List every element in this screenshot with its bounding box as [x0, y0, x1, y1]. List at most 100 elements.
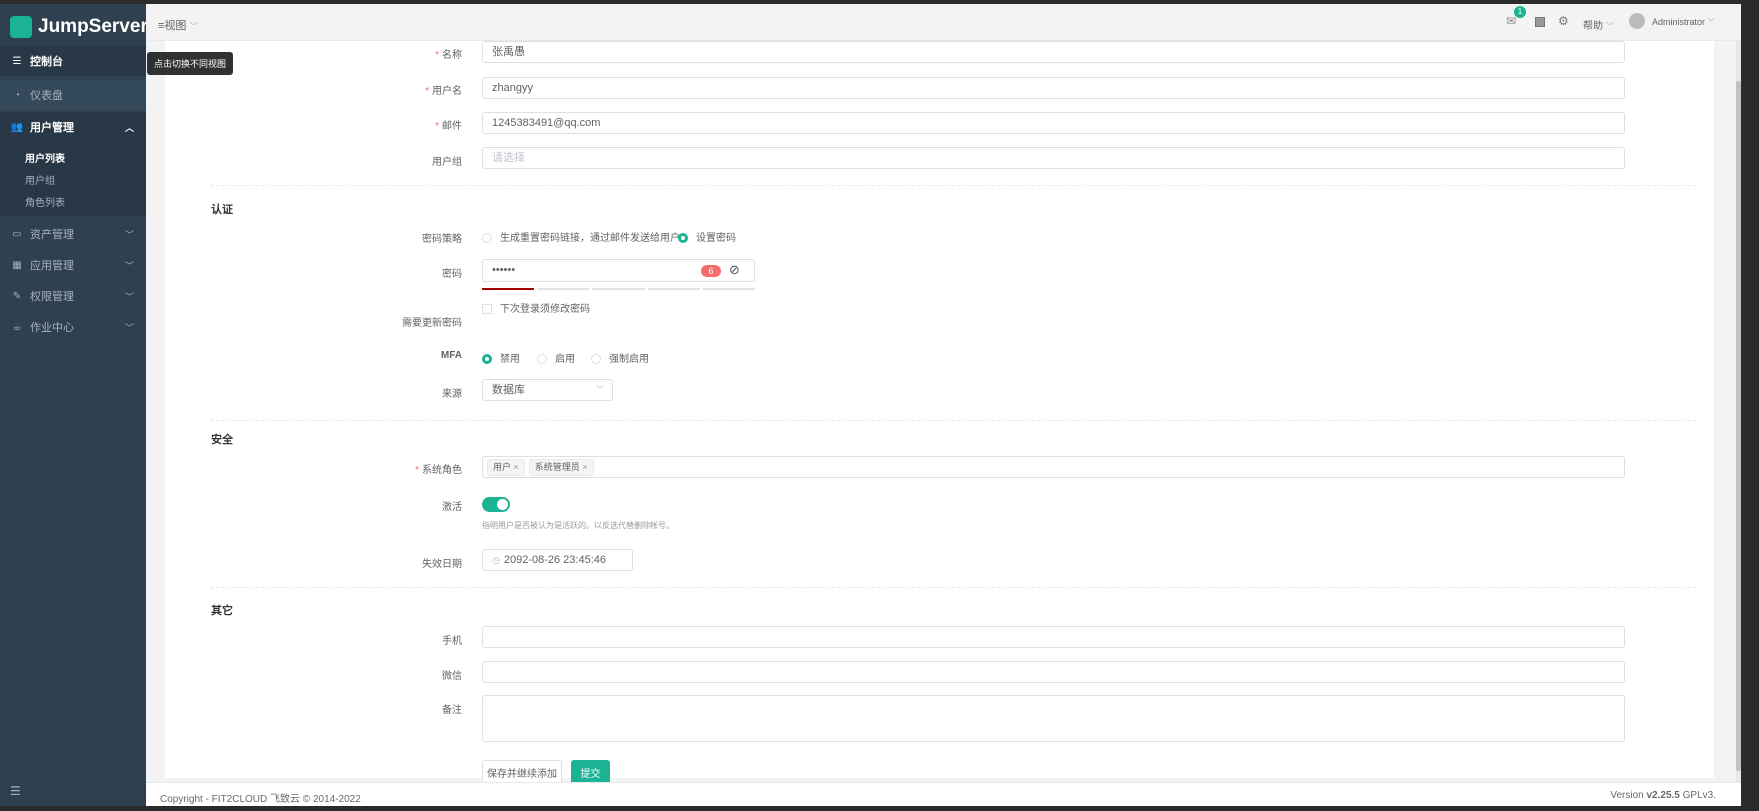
sidebar-item-users[interactable]: 👥 用户管理 ︿	[0, 112, 146, 142]
user-menu[interactable]: Administrator ﹀	[1652, 17, 1716, 28]
users-icon: 👥	[10, 121, 24, 133]
mfa-label: MFA	[440, 350, 462, 361]
chevron-down-icon: ﹀	[124, 291, 134, 302]
sidebar-item-jobs[interactable]: ☕ 作业中心 ﹀	[0, 312, 146, 342]
scrollbar[interactable]	[1736, 41, 1741, 782]
notification-badge: 1	[1514, 6, 1526, 18]
view-tooltip: 点击切换不同视图	[147, 52, 234, 75]
expiry-label: 失效日期	[422, 559, 462, 570]
chevron-down-icon: ﹀	[124, 229, 134, 240]
need-update-checkbox[interactable]: 下次登录须修改密码	[482, 300, 590, 315]
chevron-down-icon: ﹀	[189, 22, 198, 31]
role-tag: 用户 ×	[487, 459, 525, 476]
save-continue-button[interactable]: 保存并继续添加	[482, 760, 562, 784]
roles-select[interactable]: 用户 × 系统管理员 ×	[482, 456, 1625, 478]
radio-checked-icon	[678, 233, 688, 244]
active-toggle[interactable]	[482, 497, 510, 512]
logo[interactable]: JumpServer	[10, 12, 148, 42]
eye-off-icon[interactable]: ⊘	[729, 260, 740, 280]
radio-icon	[482, 233, 492, 244]
coffee-icon: ☕	[12, 321, 22, 333]
sidebar-subitem-user-group[interactable]: 用户组	[25, 172, 55, 187]
dashboard-icon: ◔	[13, 89, 21, 101]
mfa-enabled-radio[interactable]: 启用	[537, 350, 575, 365]
divider	[211, 587, 1696, 588]
password-input[interactable]: •••••• 6 ⊘	[482, 259, 755, 282]
sidebar-item-dashboard[interactable]: ◔ 仪表盘	[0, 80, 146, 110]
source-select[interactable]: 数据库 ﹀	[482, 379, 613, 401]
collapse-sidebar-icon[interactable]: ☰	[10, 784, 21, 798]
sidebar-item-assets[interactable]: ▭ 资产管理 ﹀	[0, 219, 146, 249]
radio-checked-icon	[482, 354, 492, 365]
groups-select[interactable]: 请选择	[482, 147, 1625, 169]
chevron-down-icon: ﹀	[596, 385, 604, 394]
clock-icon: ◷	[492, 555, 500, 565]
phone-input[interactable]	[482, 626, 1625, 648]
chevron-down-icon: ﹀	[124, 260, 134, 271]
roles-label: * 系统角色	[415, 465, 462, 476]
expiry-date-input[interactable]: ◷ 2092-08-26 23:45:46	[482, 549, 633, 571]
sidebar-item-perms[interactable]: ✎ 权限管理 ﹀	[0, 281, 146, 311]
logo-icon	[10, 16, 32, 38]
comment-textarea[interactable]	[482, 695, 1625, 742]
phone-label: 手机	[442, 636, 462, 647]
avatar[interactable]	[1629, 13, 1645, 29]
menu-icon: ☰	[12, 55, 22, 67]
active-help-text: 指明用户是否被认为是活跃的。以反选代替删除帐号。	[482, 521, 674, 530]
radio-icon	[591, 354, 601, 365]
source-label: 来源	[442, 389, 462, 400]
groups-label: 用户组	[432, 157, 462, 168]
section-security: 安全	[211, 434, 233, 446]
need-update-label: 需要更新密码	[402, 318, 462, 329]
submit-button[interactable]: 提交	[571, 760, 610, 784]
edit-icon: ✎	[12, 290, 22, 302]
help-menu[interactable]: 帮助 ﹀	[1583, 17, 1614, 32]
comment-label: 备注	[442, 705, 462, 716]
username-input[interactable]: zhangyy	[482, 77, 1625, 99]
chevron-up-icon: ︿	[124, 122, 134, 133]
footer: Copyright - FIT2CLOUD 飞致云 © 2014-2022 Ve…	[146, 782, 1741, 806]
sidebar-item-apps[interactable]: ▦ 应用管理 ﹀	[0, 250, 146, 280]
view-switch-button[interactable]: ≡视图 ﹀	[158, 17, 197, 33]
mfa-forced-radio[interactable]: 强制启用	[591, 350, 649, 365]
radio-set-password[interactable]: 设置密码	[678, 229, 736, 244]
username-label: * 用户名	[425, 86, 462, 97]
close-icon[interactable]: ×	[582, 462, 587, 472]
inbox-icon: ▭	[12, 228, 22, 240]
name-label: * 名称	[435, 50, 462, 61]
role-tag: 系统管理员 ×	[528, 459, 594, 476]
mail-icon[interactable]: ✉	[1506, 14, 1516, 28]
checkbox-icon	[482, 304, 492, 315]
topbar: ≡视图 ﹀ ✉ 1 ⚙ 帮助 ﹀ Administrator ﹀	[146, 4, 1741, 41]
section-auth: 认证	[211, 204, 233, 216]
name-input[interactable]: 张禹愚	[482, 41, 1625, 63]
version: Version v2.25.5 GPLv3.	[1610, 790, 1716, 801]
grid-icon: ▦	[12, 259, 22, 271]
email-input[interactable]: 1245383491@qq.com	[482, 112, 1625, 134]
password-strength-bar	[482, 288, 756, 290]
gear-icon[interactable]: ⚙	[1558, 14, 1569, 28]
length-badge: 6	[701, 265, 721, 277]
divider	[211, 420, 1696, 421]
section-other: 其它	[211, 605, 233, 617]
password-label: 密码	[442, 269, 462, 280]
chevron-down-icon: ﹀	[1605, 22, 1614, 31]
wechat-label: 微信	[442, 671, 462, 682]
sidebar: JumpServer ☰ 控制台 ◔ 仪表盘 👥 用户管理 ︿ 用户列表 用户组 角色列…	[0, 4, 148, 806]
active-label: 激活	[442, 502, 462, 513]
sidebar-subitem-role-list[interactable]: 角色列表	[25, 194, 65, 209]
radio-icon	[537, 354, 547, 365]
close-icon[interactable]: ×	[514, 462, 519, 472]
copyright: Copyright - FIT2CLOUD 飞致云 © 2014-2022	[160, 794, 361, 805]
wechat-input[interactable]	[482, 661, 1625, 683]
terminal-icon[interactable]	[1535, 17, 1545, 27]
sidebar-subitem-user-list[interactable]: 用户列表	[25, 150, 65, 165]
chevron-down-icon: ﹀	[1707, 18, 1716, 27]
divider	[211, 185, 1696, 186]
sidebar-console[interactable]: ☰ 控制台	[0, 46, 146, 76]
email-label: * 邮件	[435, 121, 462, 132]
radio-reset-link[interactable]: 生成重置密码链接，通过邮件发送给用户	[482, 229, 680, 244]
password-strategy-label: 密码策略	[422, 234, 462, 245]
mfa-disabled-radio[interactable]: 禁用	[482, 350, 520, 365]
chevron-down-icon: ﹀	[124, 322, 134, 333]
